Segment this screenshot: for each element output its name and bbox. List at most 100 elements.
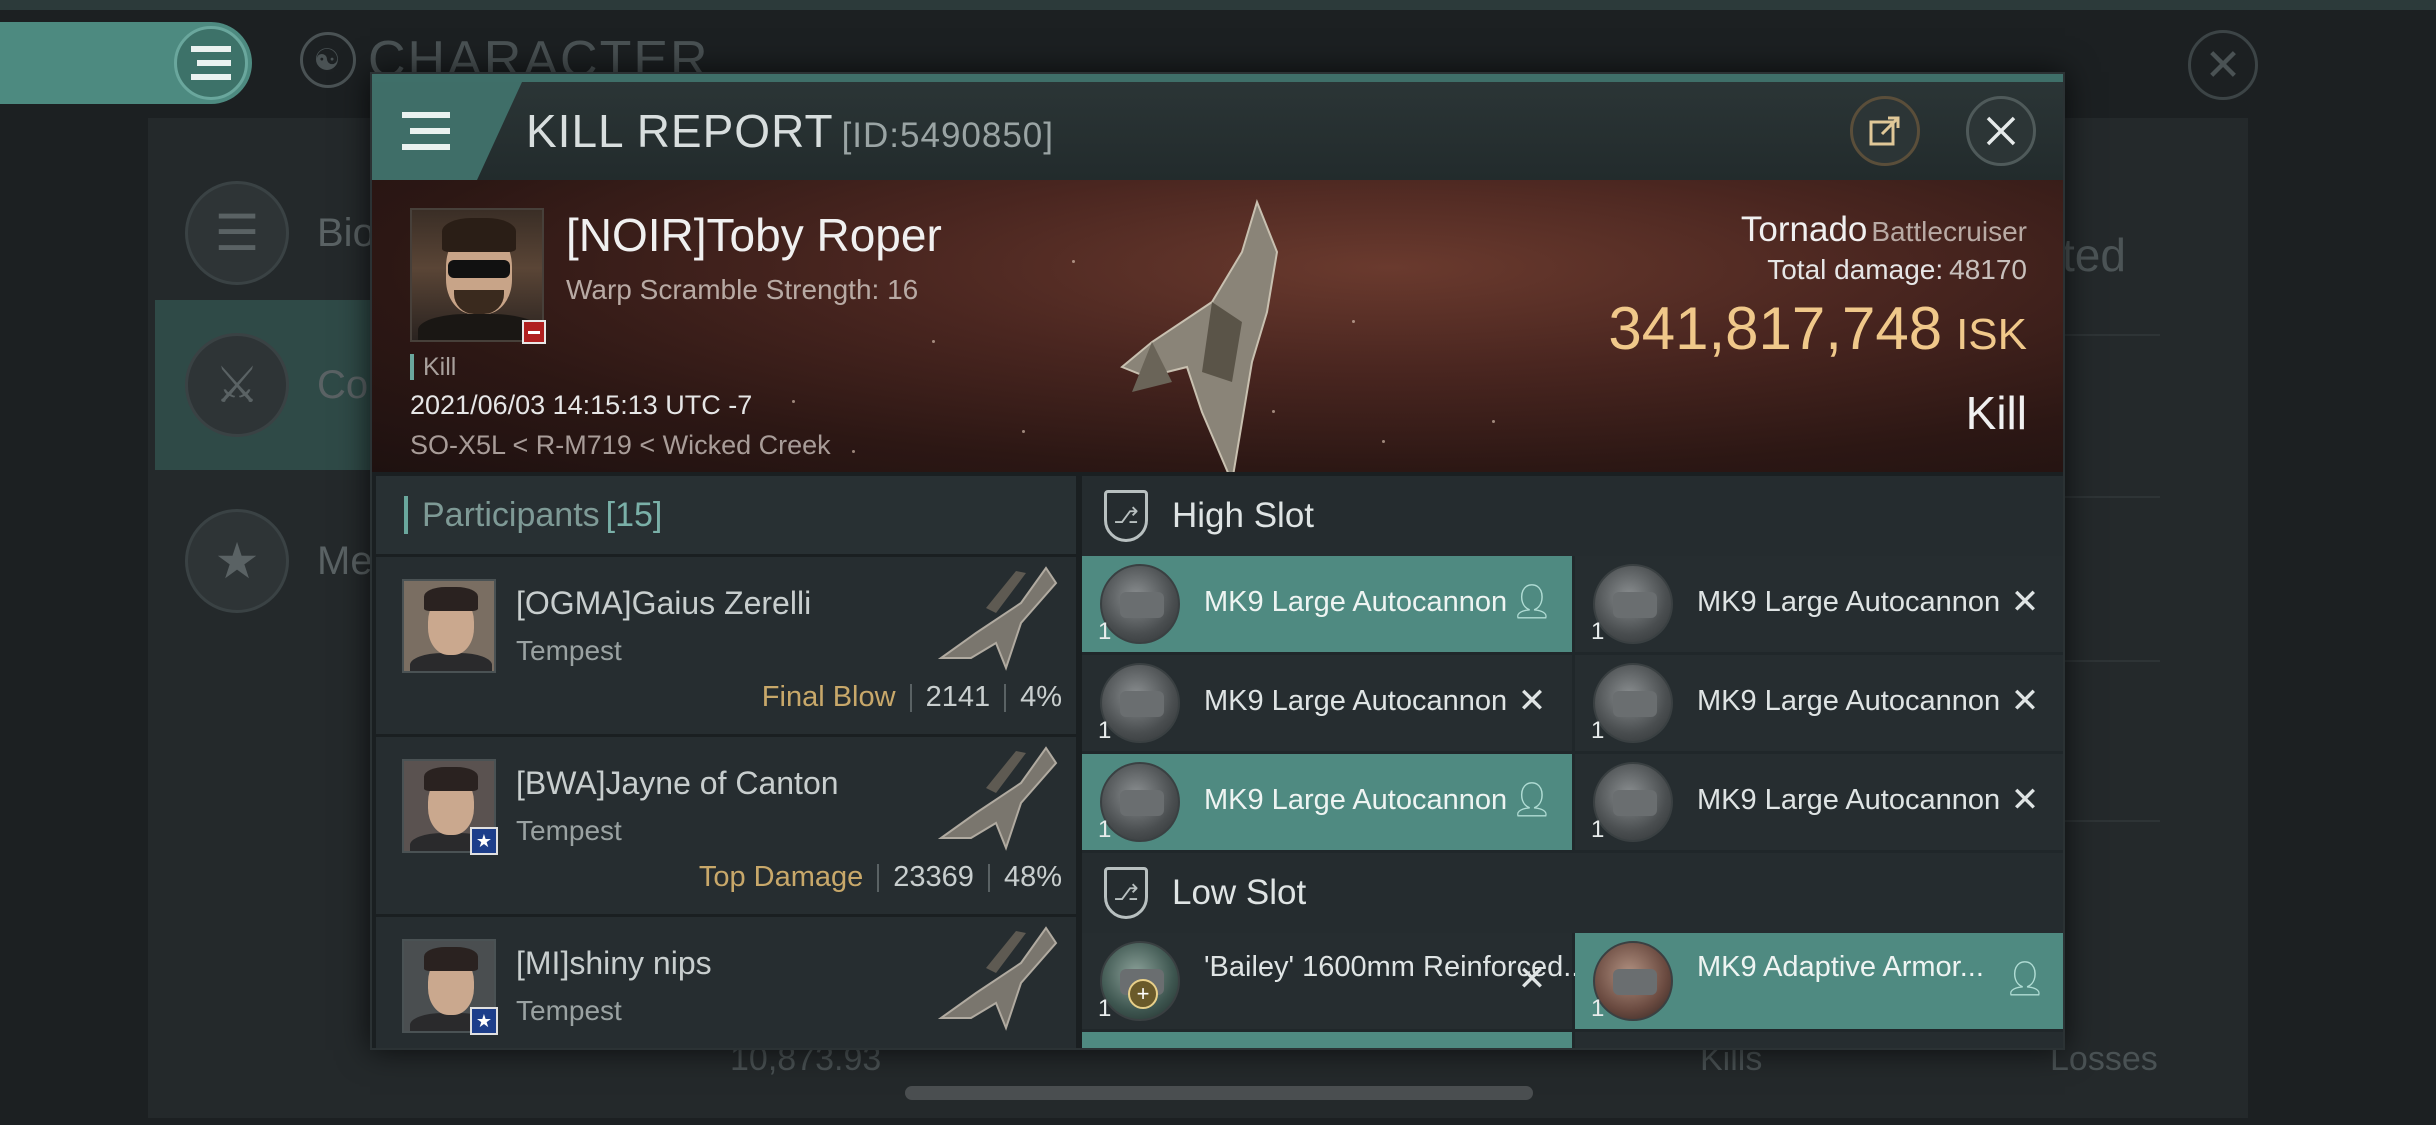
participant-ship: Tempest: [516, 635, 622, 666]
hamburger-icon: [191, 46, 231, 80]
star-icon: ★: [470, 827, 498, 855]
module-name: MK9 Large Autocannon: [1204, 685, 1508, 717]
participants-panel[interactable]: Participants [15] [OGMA]Gaius Zerelli Tem…: [376, 476, 1076, 1048]
modal-menu-button[interactable]: [372, 82, 522, 180]
adaptive-armor-icon: [1593, 941, 1673, 1021]
participant-row[interactable]: ★ [MI]shiny nips Tempest: [376, 914, 1076, 1048]
module-item[interactable]: 1 MK9 Large Autocannon ✕: [1575, 556, 2063, 652]
total-damage: Total damage: 48170: [1767, 254, 2027, 286]
module-quantity: 1: [1098, 995, 1112, 1022]
top-damage-tag: Top Damage: [698, 861, 864, 893]
low-slot-label: Low Slot: [1172, 873, 1307, 912]
kill-report-modal: KILL REPORT [ID:5490850] [NOIR]Toby Roper…: [370, 72, 2065, 1050]
low-slot-header: ⎇ Low Slot: [1082, 853, 2063, 933]
participant-name: [MI]shiny nips: [516, 945, 712, 981]
isk-amount: 341,817,748: [1608, 295, 1943, 362]
final-blow-tag: Final Blow: [761, 681, 896, 713]
module-name: MK9 Large Autocannon: [1697, 784, 2001, 816]
module-quantity: 1: [1591, 816, 1605, 843]
background-close-button[interactable]: ✕: [2188, 30, 2258, 100]
module-quantity: 1: [1098, 618, 1112, 645]
module-item[interactable]: 1 MK9 Adaptive Armor... 👤︎: [1575, 933, 2063, 1029]
hamburger-icon: [402, 112, 450, 150]
isk-unit: ISK: [1956, 310, 2027, 359]
participant-row[interactable]: [OGMA]Gaius Zerelli Tempest Final Blow 2…: [376, 554, 1076, 734]
module-name: MK9 Adaptive Armor...: [1697, 951, 1984, 983]
close-icon: ✕: [2204, 40, 2242, 90]
modal-title: KILL REPORT [ID:5490850]: [526, 105, 1054, 157]
module-item[interactable]: 1 MK9 Large Autocannon ✕: [1082, 655, 1572, 751]
tempest-ship-icon: [937, 566, 1058, 671]
home-indicator[interactable]: [905, 1086, 1533, 1100]
participant-percent: 4%: [1020, 681, 1062, 713]
share-button[interactable]: [1850, 96, 1920, 166]
star-icon: ★: [470, 1007, 498, 1035]
participant-name: [OGMA]Gaius Zerelli: [516, 585, 812, 621]
share-icon: [1869, 116, 1900, 146]
module-item[interactable]: 1 MK9 Large Autocannon 👤︎: [1082, 556, 1572, 652]
participant-stats: Final Blow 2141 4%: [762, 681, 1062, 714]
participant-stats: Top Damage 23369 48%: [699, 861, 1062, 894]
low-slot-icon: ⎇: [1104, 867, 1148, 919]
module-item[interactable]: 1 MK9 Large Autocannon 👤︎: [1082, 754, 1572, 850]
top-strip: [0, 0, 2436, 10]
participant-damage: 23369: [893, 861, 974, 893]
victim-name[interactable]: [NOIR]Toby Roper: [566, 208, 942, 262]
star-medal-icon: ★: [185, 509, 289, 613]
person-icon: 👤︎: [1510, 781, 1554, 819]
victim-subtitle: Warp Scramble Strength: 16: [566, 274, 919, 305]
autocannon-icon: [1100, 564, 1180, 644]
module-quantity: 1: [1098, 717, 1112, 744]
participant-row[interactable]: ★ [BWA]Jayne of Canton Tempest Top Damag…: [376, 734, 1076, 914]
high-slot-label: High Slot: [1172, 496, 1315, 535]
person-icon: 👤︎: [1510, 583, 1554, 621]
plus-icon: +: [1128, 979, 1158, 1009]
module-item[interactable]: 1 MK9 Large Autocannon ✕: [1575, 655, 2063, 751]
autocannon-icon: [1100, 762, 1180, 842]
victim-ship-icon[interactable]: [1092, 192, 1302, 472]
module-quantity: 1: [1591, 618, 1605, 645]
tempest-ship-icon: [937, 746, 1058, 851]
module-quantity: 1: [1591, 995, 1605, 1022]
module-item[interactable]: 1 MK9 Large Autocannon ✕: [1575, 754, 2063, 850]
module-name: MK9 Large Autocannon: [1697, 685, 2001, 717]
participants-header: Participants [15]: [376, 476, 1076, 554]
character-icon: ☯: [300, 32, 356, 88]
participants-count: [15]: [605, 495, 663, 534]
fitting-panel[interactable]: ⎇ High Slot 1 MK9 Large Autocannon 👤︎ 1 …: [1082, 476, 2063, 1048]
high-slot-modules: 1 MK9 Large Autocannon 👤︎ 1 MK9 Large Au…: [1082, 556, 2063, 850]
close-button[interactable]: [1966, 96, 2036, 166]
participant-ship: Tempest: [516, 815, 622, 846]
participant-portrait: [402, 579, 496, 673]
victim-ship-class: Battlecruiser: [1871, 216, 2027, 247]
total-damage-value: 48170: [1949, 254, 2027, 285]
result-type: Kill: [1965, 387, 2027, 439]
background-losses-label: Losses: [2050, 1040, 2158, 1078]
crossed-swords-icon: ⚔: [185, 333, 289, 437]
main-menu-button[interactable]: [174, 26, 248, 100]
victim-ship-name[interactable]: Tornado: [1741, 210, 1867, 249]
low-slot-modules: + 1 'Bailey' 1600mm Reinforced... ✕ 1 MK…: [1082, 933, 2063, 1048]
kill-date: 2021/06/03 14:15:13 UTC -7: [410, 390, 753, 420]
autocannon-icon: [1593, 762, 1673, 842]
module-item-partial[interactable]: [1575, 1032, 2063, 1048]
module-name: MK9 Large Autocannon: [1204, 586, 1508, 618]
main-menu-pill[interactable]: [0, 22, 252, 104]
module-item-partial[interactable]: [1082, 1032, 1572, 1048]
tempest-ship-icon: [937, 926, 1058, 1031]
person-icon: 👤︎: [2003, 960, 2047, 998]
kill-tag: Kill: [410, 354, 456, 380]
module-name: MK9 Large Autocannon: [1697, 586, 2001, 618]
isk-value: 341,817,748 ISK: [1608, 294, 2027, 363]
high-slot-header: ⎇ High Slot: [1082, 476, 2063, 556]
x-icon: ✕: [2010, 682, 2040, 720]
x-icon: ✕: [1517, 682, 1547, 720]
modal-header: KILL REPORT [ID:5490850]: [372, 74, 2063, 180]
module-name: MK9 Large Autocannon: [1204, 784, 1508, 816]
close-icon: [1986, 116, 2016, 146]
kill-location[interactable]: SO-X5L < R-M719 < Wicked Creek: [410, 430, 831, 461]
background-right-text: ted: [2062, 229, 2126, 281]
module-item[interactable]: + 1 'Bailey' 1600mm Reinforced... ✕: [1082, 933, 1587, 1029]
module-quantity: 1: [1591, 717, 1605, 744]
x-icon: ✕: [1517, 960, 1547, 998]
